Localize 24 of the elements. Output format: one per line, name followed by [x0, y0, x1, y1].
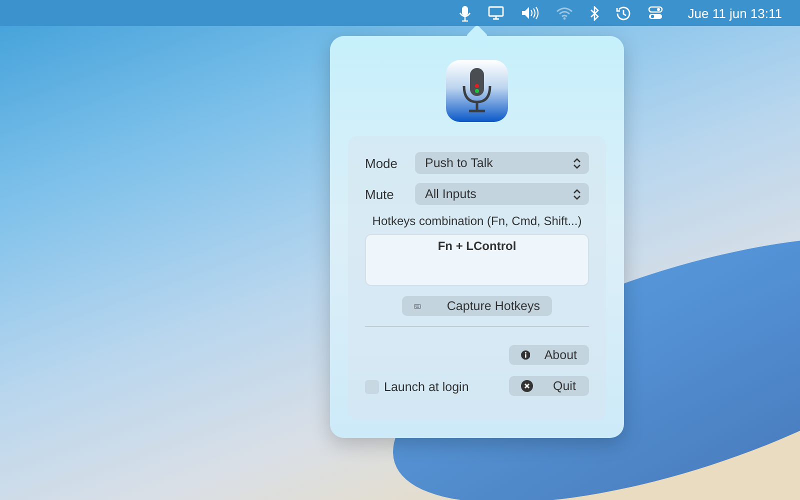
- about-button[interactable]: About: [509, 345, 589, 365]
- toggles-icon[interactable]: [648, 6, 663, 20]
- setting-label: Mute: [365, 186, 395, 202]
- updown-chevron-icon: [573, 158, 581, 168]
- launch-at-login-checkbox[interactable]: Launch at login: [365, 380, 469, 394]
- volume-icon[interactable]: [520, 6, 539, 20]
- microphone-icon[interactable]: [458, 4, 471, 22]
- capture-hotkeys-button[interactable]: Capture Hotkeys: [402, 296, 552, 316]
- popup-select[interactable]: Push to Talk: [415, 152, 589, 174]
- history-clock-icon[interactable]: [616, 6, 631, 20]
- hotkeys-field[interactable]: Fn + LControl: [365, 234, 589, 286]
- info-icon: [521, 349, 530, 361]
- microphone-app-icon: [446, 60, 508, 122]
- updown-chevron-icon: [573, 188, 581, 200]
- checkbox-label: Launch at login: [384, 380, 469, 394]
- wifi-icon[interactable]: [556, 6, 573, 20]
- popup-select[interactable]: All Inputs: [415, 183, 589, 205]
- close-icon: [521, 380, 533, 392]
- setting-label: Mode: [365, 156, 399, 170]
- bluetooth-icon[interactable]: [590, 6, 599, 20]
- keyboard-icon: [414, 302, 421, 310]
- display-icon[interactable]: [488, 6, 504, 20]
- quit-button[interactable]: Quit: [509, 376, 589, 396]
- hotkeys-label: Hotkeys combination (Fn, Cmd, Shift...): [371, 214, 583, 228]
